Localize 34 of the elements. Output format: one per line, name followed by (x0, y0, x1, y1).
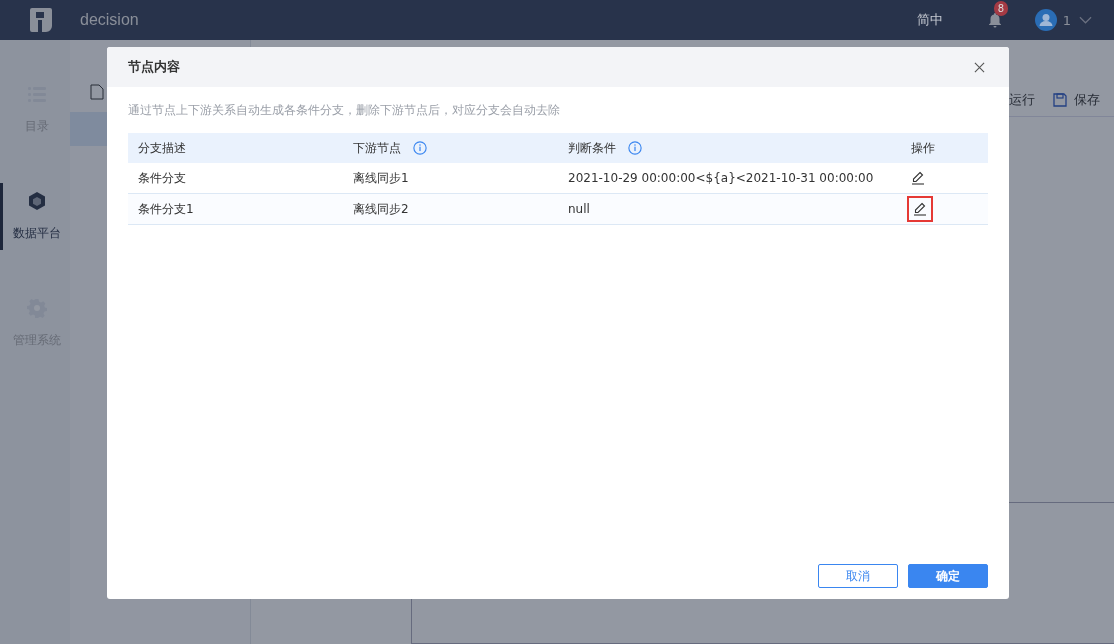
chevron-down-icon[interactable] (1079, 16, 1092, 24)
table-cell: 离线同步2 (353, 200, 409, 218)
table-cell: 条件分支 (138, 169, 186, 187)
info-icon[interactable] (628, 141, 642, 155)
close-icon[interactable] (974, 61, 985, 73)
dialog-title: 节点内容 (128, 58, 180, 76)
column-header: 分支描述 (138, 139, 186, 157)
sidebar-label: 数据平台 (12, 225, 61, 242)
toolbar-label: 运行 (1009, 91, 1035, 109)
table-cell: 条件分支1 (138, 200, 194, 218)
column-header: 判断条件 (568, 139, 616, 157)
toolbar-button[interactable]: 保存 (1053, 84, 1100, 116)
table-cell: 2021-10-29 00:00:00<${a}<2021-10-31 00:00:00 (568, 171, 874, 185)
toolbar-button[interactable]: 运行 (1009, 84, 1035, 116)
edit-button[interactable] (907, 196, 933, 222)
user-name[interactable]: 1 (1062, 12, 1071, 28)
toolbar-label: 保存 (1074, 91, 1100, 109)
table-cell: 离线同步1 (353, 169, 409, 187)
column-header: 操作 (911, 139, 935, 157)
save-icon (1053, 93, 1067, 107)
info-icon[interactable] (413, 141, 427, 155)
confirm-button[interactable]: 确定 (908, 564, 988, 588)
column-header: 下游节点 (353, 139, 401, 157)
bell-icon[interactable] (986, 12, 1003, 28)
notification-badge: 8 (993, 1, 1009, 16)
dialog-description: 通过节点上下游关系自动生成各条件分支，删除下游节点后，对应分支会自动去除 (128, 102, 561, 119)
pencil-icon (911, 171, 925, 185)
language-label[interactable]: 简中 (916, 11, 943, 29)
table-cell: null (568, 202, 590, 216)
cancel-button[interactable]: 取消 (818, 564, 898, 588)
pencil-icon (913, 202, 927, 216)
avatar-icon[interactable] (1034, 9, 1057, 31)
etl-file-icon (90, 84, 104, 100)
app-name: decision (80, 11, 139, 29)
